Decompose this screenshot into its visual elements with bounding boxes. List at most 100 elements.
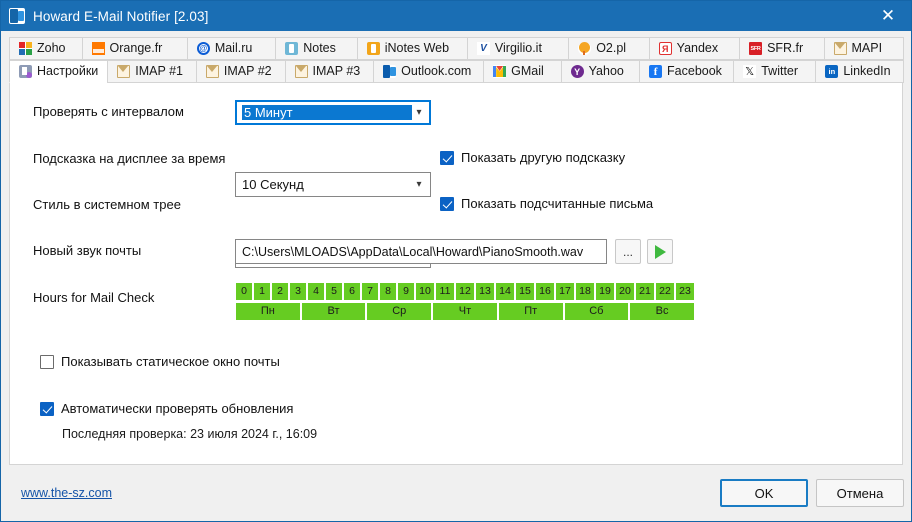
hour-cell-1[interactable]: 1 bbox=[254, 283, 270, 300]
hour-cell-17[interactable]: 17 bbox=[556, 283, 574, 300]
hour-cell-16[interactable]: 16 bbox=[536, 283, 554, 300]
hour-cell-5[interactable]: 5 bbox=[326, 283, 342, 300]
twitter-icon bbox=[743, 65, 757, 78]
tab-imap-1[interactable]: IMAP #1 bbox=[107, 60, 197, 83]
day-cell-Ср[interactable]: Ср bbox=[367, 303, 432, 320]
tab-label: Yandex bbox=[676, 41, 719, 56]
hour-cell-11[interactable]: 11 bbox=[436, 283, 454, 300]
envelope-icon bbox=[294, 65, 308, 78]
day-cell-Пт[interactable]: Пт bbox=[498, 303, 563, 320]
browse-button-label: ... bbox=[622, 244, 633, 259]
show-counted-mails-checkbox[interactable]: Показать подсчитанные письма bbox=[440, 196, 653, 211]
close-icon[interactable]: ✕ bbox=[865, 1, 911, 31]
tray-style-label: Стиль в системном трее bbox=[33, 197, 181, 212]
tab-mapi[interactable]: MAPI bbox=[823, 37, 904, 60]
hour-cell-0[interactable]: 0 bbox=[236, 283, 252, 300]
tab-imap-3[interactable]: IMAP #3 bbox=[284, 60, 375, 83]
website-link[interactable]: www.the-sz.com bbox=[21, 486, 112, 500]
auto-update-checkbox[interactable]: Автоматически проверять обновления bbox=[40, 401, 293, 416]
day-cell-Пн[interactable]: Пн bbox=[236, 303, 300, 320]
hour-cell-8[interactable]: 8 bbox=[380, 283, 396, 300]
tab-label: Outlook.com bbox=[401, 64, 472, 79]
hour-cell-3[interactable]: 3 bbox=[290, 283, 306, 300]
day-cell-Вт[interactable]: Вт bbox=[301, 303, 366, 320]
tab-gmail[interactable]: GMail bbox=[483, 60, 562, 83]
tab-label: Facebook bbox=[667, 64, 722, 79]
tab-label: MAPI bbox=[851, 41, 883, 56]
hours-label-row: Hours for Mail Check bbox=[33, 290, 154, 305]
hour-cell-19[interactable]: 19 bbox=[596, 283, 614, 300]
hour-cell-23[interactable]: 23 bbox=[676, 283, 694, 300]
hour-cell-7[interactable]: 7 bbox=[362, 283, 378, 300]
tab-notes[interactable]: Notes bbox=[275, 37, 358, 60]
notes-icon bbox=[285, 42, 299, 55]
tab-label: O2.pl bbox=[596, 41, 627, 56]
checkbox-label: Показывать статическое окно почты bbox=[61, 354, 280, 369]
zoho-icon bbox=[19, 42, 32, 55]
hour-cell-6[interactable]: 6 bbox=[344, 283, 360, 300]
cancel-button[interactable]: Отмена bbox=[816, 479, 904, 507]
days-row: Пн Вт Ср Чт Пт Сб Вс bbox=[236, 303, 694, 320]
tab-label: Virgilio.it bbox=[494, 41, 542, 56]
title-bar: Howard E-Mail Notifier [2.03] ✕ bbox=[1, 1, 911, 31]
tab-label: Notes bbox=[303, 41, 336, 56]
tab-label: Twitter bbox=[761, 64, 799, 79]
hour-cell-14[interactable]: 14 bbox=[496, 283, 514, 300]
hour-cell-18[interactable]: 18 bbox=[576, 283, 594, 300]
hour-cell-2[interactable]: 2 bbox=[272, 283, 288, 300]
checkbox-box bbox=[40, 401, 54, 416]
tab-virgilio-it[interactable]: Virgilio.it bbox=[466, 37, 570, 60]
ok-button[interactable]: OK bbox=[720, 479, 808, 507]
sound-path-input[interactable]: C:\Users\MLOADS\AppData\Local\Howard\Pia… bbox=[235, 239, 607, 264]
settings-icon bbox=[19, 65, 32, 78]
tab-label: IMAP #2 bbox=[223, 64, 272, 79]
tab-orange-fr[interactable]: Orange.fr bbox=[81, 37, 188, 60]
day-cell-Чт[interactable]: Чт bbox=[433, 303, 497, 320]
tab-outlook-com[interactable]: Outlook.com bbox=[373, 60, 485, 83]
day-cell-Вс[interactable]: Вс bbox=[630, 303, 694, 320]
tab-strip: Zoho Orange.fr Mail.ru Notes iNotes Web … bbox=[1, 31, 911, 83]
tab-yahoo[interactable]: Yahoo bbox=[560, 60, 641, 83]
static-window-checkbox[interactable]: Показывать статическое окно почты bbox=[40, 354, 280, 369]
hour-cell-4[interactable]: 4 bbox=[308, 283, 324, 300]
tooltip-time-dropdown[interactable]: 10 Секунд ▾ bbox=[235, 172, 431, 197]
tab-label: IMAP #3 bbox=[312, 64, 361, 79]
tab-imap-2[interactable]: IMAP #2 bbox=[195, 60, 286, 83]
tab-row-1: Zoho Orange.fr Mail.ru Notes iNotes Web … bbox=[9, 37, 904, 60]
browse-sound-button[interactable]: ... bbox=[615, 239, 641, 264]
sfr-icon bbox=[749, 42, 763, 55]
app-icon bbox=[9, 8, 25, 24]
tab-inotes-web[interactable]: iNotes Web bbox=[356, 37, 468, 60]
tab-settings[interactable]: Настройки bbox=[9, 60, 109, 83]
tab-label: SFR.fr bbox=[767, 41, 804, 56]
yahoo-icon bbox=[570, 65, 584, 78]
tab-o2-pl[interactable]: O2.pl bbox=[568, 37, 650, 60]
tab-facebook[interactable]: Facebook bbox=[639, 60, 735, 83]
hour-cell-12[interactable]: 12 bbox=[456, 283, 474, 300]
show-other-tooltip-checkbox[interactable]: Показать другую подсказку bbox=[440, 150, 625, 165]
tab-mail-ru[interactable]: Mail.ru bbox=[186, 37, 277, 60]
interval-dropdown[interactable]: 5 Минут ▾ bbox=[235, 100, 431, 125]
sound-path-value: C:\Users\MLOADS\AppData\Local\Howard\Pia… bbox=[242, 244, 584, 259]
tab-twitter[interactable]: Twitter bbox=[733, 60, 817, 83]
tab-zoho[interactable]: Zoho bbox=[9, 37, 83, 60]
hour-cell-15[interactable]: 15 bbox=[516, 283, 534, 300]
hour-cell-21[interactable]: 21 bbox=[636, 283, 654, 300]
hour-cell-22[interactable]: 22 bbox=[656, 283, 674, 300]
hour-cell-20[interactable]: 20 bbox=[616, 283, 634, 300]
tooltip-time-value: 10 Секунд bbox=[242, 177, 304, 192]
tab-row-2: Настройки IMAP #1 IMAP #2 IMAP #3 Outloo… bbox=[9, 60, 905, 83]
checkbox-box bbox=[440, 196, 454, 211]
tab-label: Zoho bbox=[37, 41, 66, 56]
chevron-down-icon: ▾ bbox=[416, 106, 422, 118]
play-sound-button[interactable] bbox=[647, 239, 673, 264]
checkbox-label: Автоматически проверять обновления bbox=[61, 401, 294, 416]
tab-yandex[interactable]: Yandex bbox=[648, 37, 741, 60]
tab-sfr-fr[interactable]: SFR.fr bbox=[739, 37, 825, 60]
hour-cell-13[interactable]: 13 bbox=[476, 283, 494, 300]
day-cell-Сб[interactable]: Сб bbox=[564, 303, 629, 320]
hour-cell-9[interactable]: 9 bbox=[398, 283, 414, 300]
tab-linkedin[interactable]: LinkedIn bbox=[815, 60, 905, 83]
yandex-icon bbox=[658, 42, 672, 55]
hour-cell-10[interactable]: 10 bbox=[416, 283, 434, 300]
